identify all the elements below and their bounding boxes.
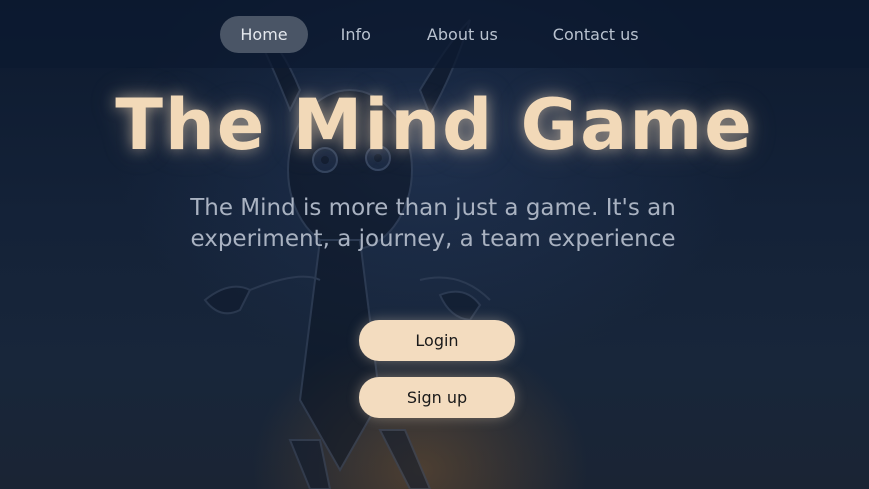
- nav-item-about-us[interactable]: About us: [407, 16, 518, 53]
- nav-item-info[interactable]: Info: [321, 16, 391, 53]
- hero-subtitle: The Mind is more than just a game. It's …: [190, 195, 676, 252]
- sign-up-button[interactable]: Sign up: [359, 377, 515, 418]
- landing-page: Home Info About us Contact us The Mind G…: [0, 0, 869, 489]
- nav-item-home[interactable]: Home: [220, 15, 308, 53]
- nav-item-contact-us[interactable]: Contact us: [533, 16, 659, 53]
- hero-title: The Mind Game: [115, 84, 754, 166]
- login-button[interactable]: Login: [359, 320, 515, 361]
- top-navigation: Home Info About us Contact us: [0, 0, 869, 68]
